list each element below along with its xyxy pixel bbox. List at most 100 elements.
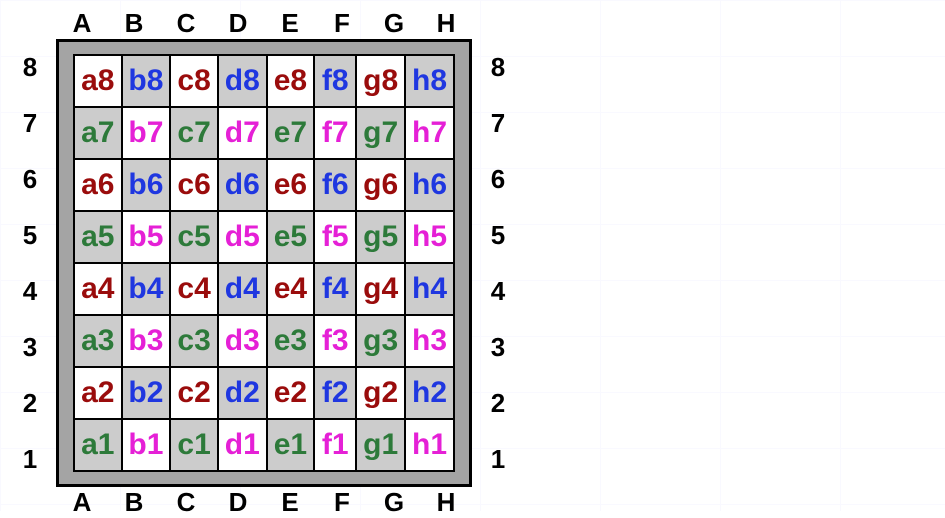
square-b8: b8 (122, 55, 171, 107)
square-d5: d5 (218, 211, 267, 263)
file-label-top-g: G (368, 8, 420, 39)
square-c5: c5 (170, 211, 218, 263)
square-b5: b5 (122, 211, 171, 263)
square-a2: a2 (74, 367, 122, 419)
square-b7: b7 (122, 107, 171, 159)
square-g8: g8 (356, 55, 405, 107)
square-b4: b4 (122, 263, 171, 315)
corner-spacer (472, 487, 524, 518)
square-d6: d6 (218, 159, 267, 211)
square-f7: f7 (314, 107, 356, 159)
square-g7: g7 (356, 107, 405, 159)
square-a5: a5 (74, 211, 122, 263)
square-b1: b1 (122, 419, 171, 471)
square-b2: b2 (122, 367, 171, 419)
square-h3: h3 (405, 315, 454, 367)
file-label-bottom-a: A (56, 487, 108, 518)
file-label-bottom-c: C (160, 487, 212, 518)
file-label-bottom-f: F (316, 487, 368, 518)
square-f6: f6 (314, 159, 356, 211)
square-e7: e7 (267, 107, 315, 159)
square-a7: a7 (74, 107, 122, 159)
square-a8: a8 (74, 55, 122, 107)
rank-label-right-4: 4 (472, 263, 524, 319)
rank-label-left-1: 1 (4, 431, 56, 487)
square-h7: h7 (405, 107, 454, 159)
square-e4: e4 (267, 263, 315, 315)
square-b6: b6 (122, 159, 171, 211)
square-e6: e6 (267, 159, 315, 211)
file-label-top-d: D (212, 8, 264, 39)
square-d8: d8 (218, 55, 267, 107)
square-c8: c8 (170, 55, 218, 107)
square-h6: h6 (405, 159, 454, 211)
rank-label-right-8: 8 (472, 39, 524, 95)
square-g4: g4 (356, 263, 405, 315)
rank-label-left-7: 7 (4, 95, 56, 151)
square-d1: d1 (218, 419, 267, 471)
rank-label-right-1: 1 (472, 431, 524, 487)
square-d2: d2 (218, 367, 267, 419)
square-h1: h1 (405, 419, 454, 471)
square-a3: a3 (74, 315, 122, 367)
file-label-top-a: A (56, 8, 108, 39)
square-h5: h5 (405, 211, 454, 263)
square-d7: d7 (218, 107, 267, 159)
square-h2: h2 (405, 367, 454, 419)
square-d4: d4 (218, 263, 267, 315)
file-label-top-e: E (264, 8, 316, 39)
file-label-bottom-g: G (368, 487, 420, 518)
square-e3: e3 (267, 315, 315, 367)
square-g5: g5 (356, 211, 405, 263)
file-label-bottom-h: H (420, 487, 472, 518)
rank-label-left-8: 8 (4, 39, 56, 95)
file-label-bottom-b: B (108, 487, 160, 518)
rank-label-left-3: 3 (4, 319, 56, 375)
square-c4: c4 (170, 263, 218, 315)
square-g6: g6 (356, 159, 405, 211)
rank-label-right-2: 2 (472, 375, 524, 431)
file-label-bottom-e: E (264, 487, 316, 518)
square-d3: d3 (218, 315, 267, 367)
square-g3: g3 (356, 315, 405, 367)
square-c6: c6 (170, 159, 218, 211)
square-e8: e8 (267, 55, 315, 107)
rank-label-left-6: 6 (4, 151, 56, 207)
file-label-top-c: C (160, 8, 212, 39)
square-f1: f1 (314, 419, 356, 471)
square-a1: a1 (74, 419, 122, 471)
square-b3: b3 (122, 315, 171, 367)
board-frame: a8 b8 c8 d8 e8 f8 g8 h8 a7 b7 c7 d7 (56, 39, 472, 487)
square-e1: e1 (267, 419, 315, 471)
square-c7: c7 (170, 107, 218, 159)
square-a6: a6 (74, 159, 122, 211)
rank-label-left-5: 5 (4, 207, 56, 263)
corner-spacer (4, 487, 56, 518)
square-f5: f5 (314, 211, 356, 263)
corner-spacer (472, 8, 524, 39)
square-f4: f4 (314, 263, 356, 315)
square-c3: c3 (170, 315, 218, 367)
rank-label-left-2: 2 (4, 375, 56, 431)
file-label-top-b: B (108, 8, 160, 39)
chess-board: a8 b8 c8 d8 e8 f8 g8 h8 a7 b7 c7 d7 (73, 54, 455, 472)
square-h8: h8 (405, 55, 454, 107)
square-h4: h4 (405, 263, 454, 315)
square-c1: c1 (170, 419, 218, 471)
corner-spacer (4, 8, 56, 39)
rank-label-right-6: 6 (472, 151, 524, 207)
square-f8: f8 (314, 55, 356, 107)
rank-label-right-5: 5 (472, 207, 524, 263)
square-e2: e2 (267, 367, 315, 419)
rank-label-left-4: 4 (4, 263, 56, 319)
square-f2: f2 (314, 367, 356, 419)
square-g2: g2 (356, 367, 405, 419)
square-e5: e5 (267, 211, 315, 263)
coord-grid: A B C D E F G H 8 a8 b8 c8 d8 e8 f8 (4, 8, 524, 518)
file-label-top-h: H (420, 8, 472, 39)
file-label-top-f: F (316, 8, 368, 39)
square-g1: g1 (356, 419, 405, 471)
square-f3: f3 (314, 315, 356, 367)
file-label-bottom-d: D (212, 487, 264, 518)
rank-label-right-3: 3 (472, 319, 524, 375)
